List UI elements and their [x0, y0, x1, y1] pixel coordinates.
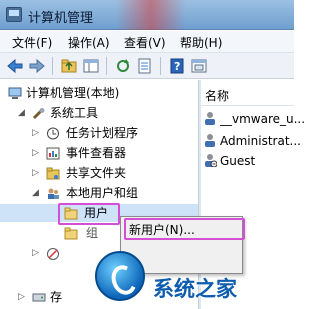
properties-pane-icon[interactable] — [190, 57, 208, 75]
menu-view[interactable]: 查看(V) — [124, 34, 166, 51]
users-group-icon — [46, 187, 60, 200]
list-item[interactable]: __vmware_u... — [203, 110, 305, 128]
collapsed-arrow-icon[interactable]: ▷ — [32, 244, 39, 262]
tree-item-shared-folders[interactable]: ▷ 共享文件夹 — [0, 164, 198, 182]
up-folder-icon[interactable] — [60, 57, 78, 75]
menu-bar: 文件(F) 操作(A) 查看(V) 帮助(H) — [0, 31, 294, 53]
forward-icon[interactable] — [28, 57, 46, 75]
menu-action[interactable]: 操作(A) — [68, 34, 110, 51]
window-title: 计算机管理 — [28, 11, 94, 26]
column-header-label: 名称 — [205, 89, 230, 103]
storage-icon — [32, 291, 46, 304]
toolbar-separator — [160, 57, 161, 75]
collapsed-arrow-icon[interactable]: ▷ — [32, 164, 39, 182]
users-node-highlight — [58, 203, 120, 225]
tree-item-event-viewer[interactable]: ▷ 事件查看器 — [0, 144, 198, 162]
refresh-icon[interactable] — [114, 57, 132, 75]
clock-icon — [46, 127, 60, 140]
list-item-label: Administrat... — [220, 134, 301, 148]
tree-item-label: 组 — [86, 226, 99, 240]
tree-item-label: 共享文件夹 — [66, 166, 127, 180]
toolbar-separator — [106, 57, 107, 75]
collapsed-arrow-icon[interactable]: ▷ — [32, 124, 39, 142]
tree-item-label: 事件查看器 — [66, 146, 127, 160]
user-icon — [203, 111, 217, 125]
back-icon[interactable] — [6, 57, 24, 75]
collapsed-arrow-icon[interactable]: ▷ — [32, 144, 39, 162]
expanded-arrow-icon[interactable]: ◢ — [18, 104, 25, 122]
user-icon — [203, 133, 217, 147]
tree-item-label: 本地用户和组 — [66, 186, 139, 200]
tree-item-label: 系统工具 — [50, 106, 99, 120]
tree-item-system-tools[interactable]: ◢ 系统工具 — [0, 104, 198, 122]
watermark-text: 系统之家 — [153, 277, 237, 301]
list-item-label: __vmware_u... — [220, 112, 306, 126]
expanded-arrow-icon[interactable]: ◢ — [32, 184, 39, 202]
collapsed-arrow-icon[interactable]: ▷ — [18, 288, 25, 306]
title-bar: 计算机管理 — [0, 0, 294, 30]
tree-item-label: 存 — [50, 290, 63, 304]
help-icon[interactable]: ? — [168, 57, 186, 75]
tree-item-label: 任务计划程序 — [66, 126, 139, 140]
toolbar-separator — [52, 57, 53, 75]
tree-item-local-users-groups[interactable]: ◢ 本地用户和组 — [0, 184, 198, 202]
site-logo-icon — [95, 251, 145, 301]
folder-icon — [64, 227, 78, 240]
list-item[interactable]: Guest — [203, 152, 255, 170]
column-header-name[interactable]: 名称 — [201, 84, 294, 106]
svg-text:?: ? — [174, 60, 180, 73]
computer-management-icon — [8, 87, 22, 100]
menu-file[interactable]: 文件(F) — [12, 34, 52, 51]
toolbar: ? — [0, 53, 294, 79]
list-item[interactable]: Administrat... — [203, 132, 301, 150]
tree-item-task-scheduler[interactable]: ▷ 任务计划程序 — [0, 124, 198, 142]
disabled-user-icon — [203, 153, 218, 168]
menu-help[interactable]: 帮助(H) — [180, 34, 222, 51]
tree-item-storage[interactable]: ▷ 存 — [0, 288, 80, 306]
shared-folder-icon — [46, 167, 60, 180]
performance-icon — [46, 247, 60, 260]
system-tools-icon — [32, 107, 46, 120]
tree-item-label: 计算机管理(本地) — [26, 86, 120, 100]
watermark: 系统之家 — [95, 249, 294, 309]
background-graphic — [116, 0, 186, 30]
show-hide-tree-icon[interactable] — [82, 57, 100, 75]
event-viewer-icon — [46, 147, 60, 160]
export-list-icon[interactable] — [136, 57, 154, 75]
computer-management-icon — [6, 7, 22, 22]
list-item-label: Guest — [220, 154, 256, 168]
tree-item-performance[interactable]: ▷ — [0, 244, 60, 262]
new-user-highlight — [124, 218, 245, 240]
